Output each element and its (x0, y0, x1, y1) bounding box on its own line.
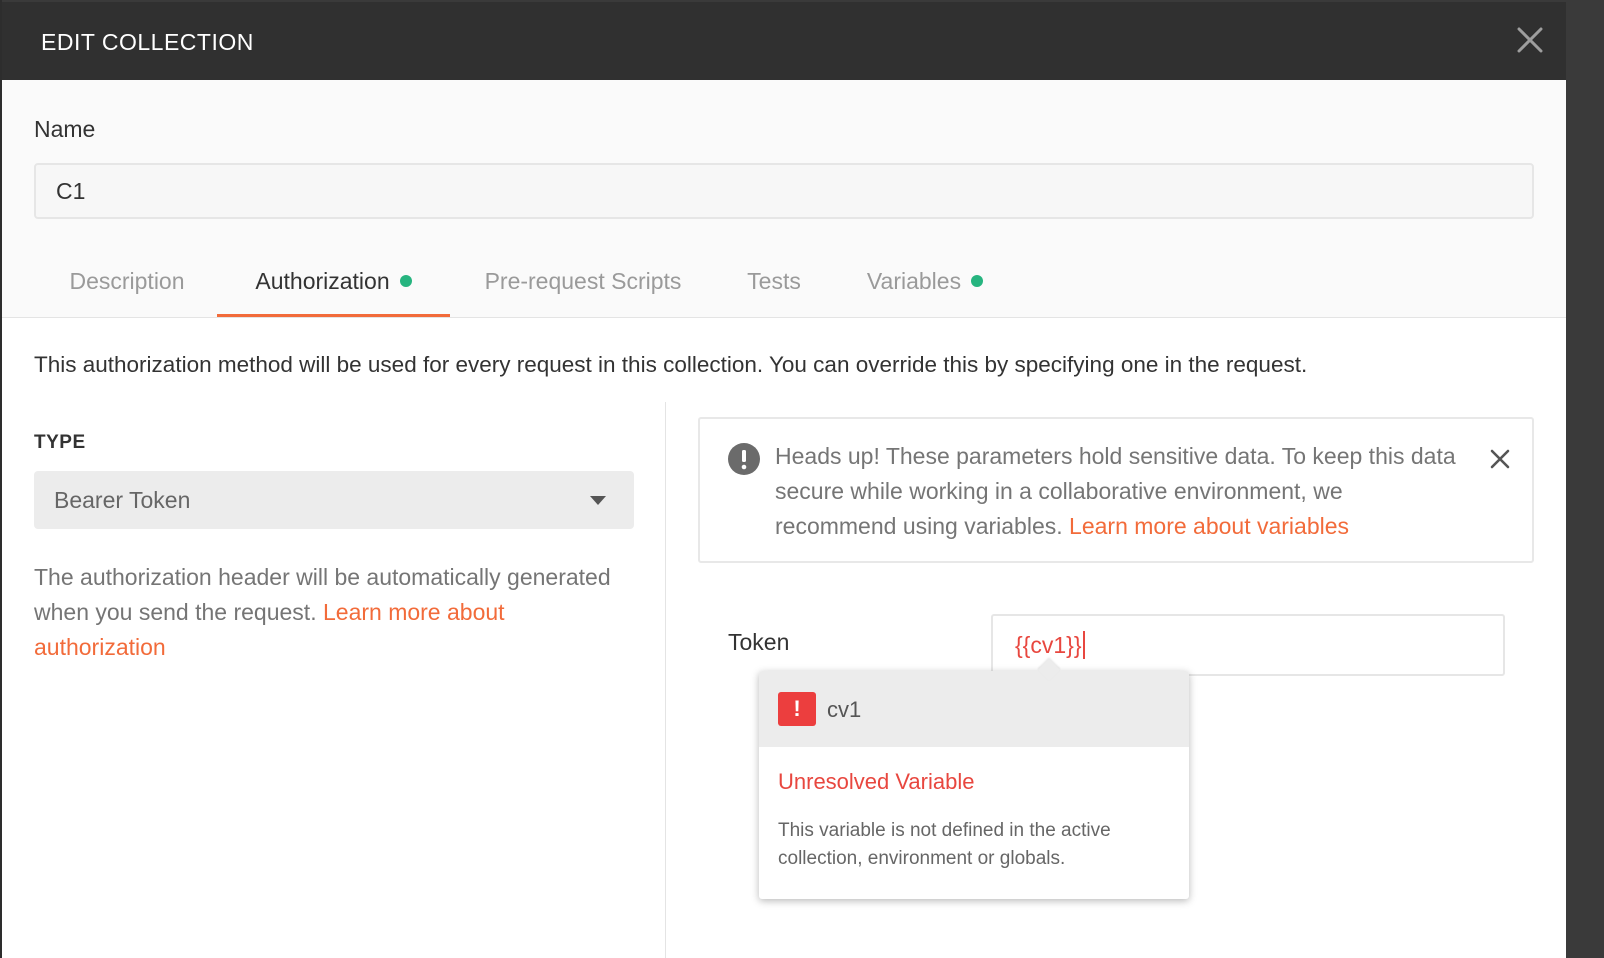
close-icon (1490, 449, 1510, 469)
name-label: Name (34, 116, 96, 142)
column-divider (665, 402, 666, 958)
tab-label: Variables (866, 268, 962, 294)
exclamation-circle-icon (728, 443, 760, 475)
text-caret (1082, 630, 1085, 659)
tab-label: Pre-request Scripts (484, 268, 682, 294)
exclamation-badge-icon: ! (778, 692, 816, 726)
auth-type-value: Bearer Token (54, 487, 191, 513)
variable-description: This variable is not defined in the acti… (778, 820, 1111, 869)
token-label: Token (728, 629, 790, 655)
variable-status: Unresolved Variable (778, 769, 975, 794)
auth-help-text: The authorization header will be automat… (34, 560, 634, 665)
dismiss-warning-button[interactable] (1488, 447, 1512, 471)
tab-description[interactable]: Description (34, 250, 220, 318)
token-input[interactable]: {{cv1}} (991, 614, 1505, 676)
sensitive-data-warning: Heads up! These parameters hold sensitiv… (698, 417, 1534, 563)
modal-header: EDIT COLLECTION (2, 2, 1566, 80)
tab-label: Description (69, 268, 185, 294)
tab-pre-request-scripts[interactable]: Pre-request Scripts (450, 250, 716, 318)
close-modal-button[interactable] (1514, 24, 1546, 56)
modal-title: EDIT COLLECTION (41, 29, 254, 55)
authorization-intro: This authorization method will be used f… (34, 352, 1308, 377)
status-dot (971, 274, 984, 287)
tab-label: Tests (747, 268, 801, 294)
warning-text: Heads up! These parameters hold sensitiv… (775, 439, 1465, 544)
variable-tooltip-header: ! cv1 (759, 671, 1189, 747)
caret-down-icon (590, 496, 606, 505)
status-dot (399, 274, 412, 287)
variable-name: cv1 (827, 697, 862, 722)
tabs-divider (2, 317, 1566, 318)
edit-collection-modal: EDIT COLLECTION Name Description Authori… (2, 2, 1566, 958)
tab-tests[interactable]: Tests (716, 250, 832, 318)
tab-label: Authorization (255, 268, 390, 294)
learn-more-variables-link[interactable]: Learn more about variables (1069, 513, 1349, 539)
variable-tooltip: ! cv1 Unresolved Variable This variable … (759, 658, 1189, 899)
token-value: {{cv1}} (1015, 630, 1085, 661)
tab-variables[interactable]: Variables (832, 250, 1018, 318)
collection-tabs: Description Authorization Pre-request Sc… (2, 250, 1566, 318)
token-text: {{cv1}} (1015, 632, 1082, 658)
tab-authorization[interactable]: Authorization (217, 250, 450, 318)
auth-type-dropdown[interactable]: Bearer Token (34, 471, 634, 529)
type-label: TYPE (34, 432, 86, 453)
collection-name-input[interactable] (34, 163, 1534, 219)
close-icon (1517, 27, 1543, 53)
